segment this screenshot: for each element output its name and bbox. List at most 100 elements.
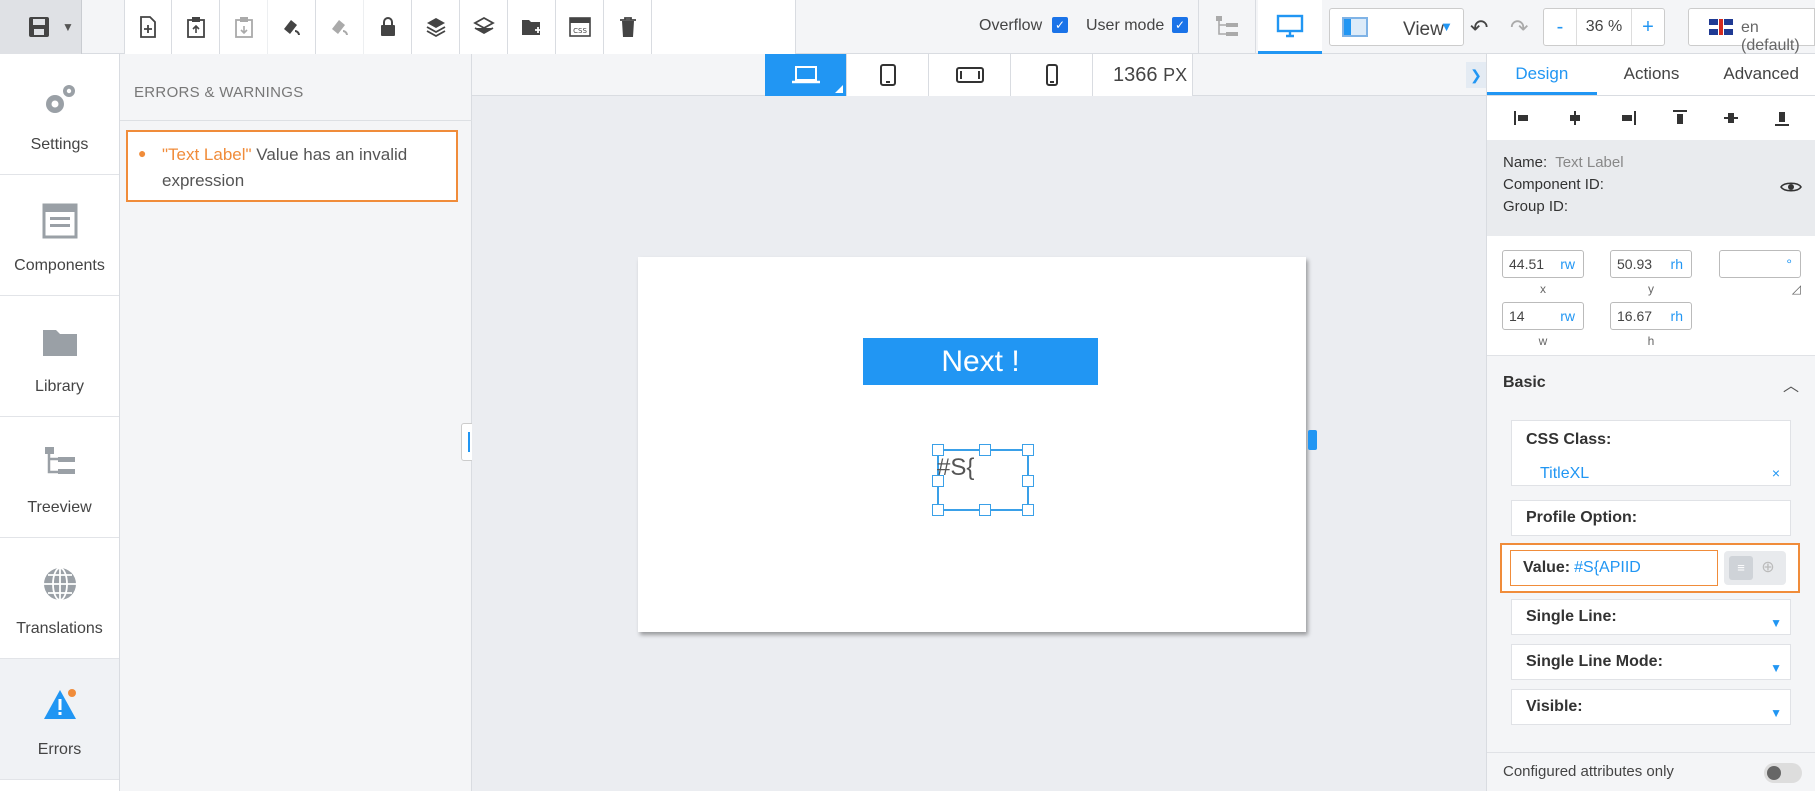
single-line-mode-select[interactable]: Single Line Mode: ▼ [1511, 644, 1791, 680]
delete-button[interactable] [604, 0, 652, 54]
format-paint-disabled-icon [331, 20, 348, 36]
x-unit[interactable]: rw [1560, 251, 1575, 277]
component-identity: Name: Text Label Component ID: Group ID: [1487, 140, 1815, 236]
eye-icon[interactable] [1780, 180, 1802, 194]
zoom-control: - 36 % + [1543, 8, 1665, 46]
top-toolbar: ▼ CSS Overflow ✓ User mode ✓ View ▼ ↶ ↷ … [0, 0, 1815, 54]
desktop-mode-button[interactable] [1258, 0, 1322, 54]
design-canvas: 1366 PX ❯ Next ! #S{ [472, 54, 1486, 791]
rotation-unit-icon: ° [1786, 256, 1792, 272]
basic-section-title[interactable]: Basic [1503, 374, 1546, 392]
tree-layout-button[interactable] [1198, 0, 1256, 54]
single-line-select[interactable]: Single Line: ▼ [1511, 599, 1791, 635]
nav-translations[interactable]: Translations [0, 538, 119, 659]
user-mode-checkbox[interactable]: ✓ [1172, 17, 1188, 33]
resize-handle[interactable] [1022, 444, 1034, 456]
language-select[interactable]: en (default) [1688, 8, 1815, 54]
redo-icon[interactable]: ↷ [1510, 15, 1528, 41]
resize-handle[interactable] [979, 444, 991, 456]
save-button[interactable]: ▼ [0, 0, 82, 54]
lock-button[interactable] [364, 0, 412, 54]
zoom-value[interactable]: 36 % [1576, 9, 1632, 45]
error-bullet-icon: ● [138, 145, 147, 161]
device-width-input[interactable]: 1366 PX [1093, 54, 1193, 96]
format-paint-disabled-button[interactable] [316, 0, 364, 54]
h-input[interactable]: 16.67 rh [1610, 302, 1692, 330]
visible-select[interactable]: Visible: ▼ [1511, 689, 1791, 725]
css-icon: CSS [568, 17, 591, 37]
configured-only-label: Configured attributes only [1503, 763, 1674, 780]
tab-design[interactable]: Design [1487, 54, 1597, 95]
resize-handle[interactable] [1022, 504, 1034, 516]
new-page-button[interactable] [124, 0, 172, 54]
new-folder-button[interactable] [508, 0, 556, 54]
globe-icon[interactable]: ⊕ [1756, 556, 1780, 580]
x-input[interactable]: 44.51 rw [1502, 250, 1584, 278]
align-center-h-icon[interactable] [1566, 110, 1584, 126]
view-select[interactable]: View ▼ [1329, 8, 1464, 46]
align-right-icon[interactable] [1619, 110, 1637, 126]
name-value[interactable]: Text Label [1555, 154, 1623, 171]
h-unit[interactable]: rh [1671, 303, 1683, 329]
device-bar: 1366 PX ❯ [472, 54, 1486, 96]
resize-handle[interactable] [1022, 475, 1034, 487]
align-left-icon[interactable] [1513, 110, 1531, 126]
device-tablet-button[interactable] [847, 54, 929, 96]
resize-handle[interactable] [932, 504, 944, 516]
device-laptop-button[interactable] [765, 54, 847, 96]
collapse-right-panel-icon[interactable]: ❯ [1466, 62, 1486, 88]
nav-library-label: Library [35, 378, 84, 395]
resize-handle[interactable] [979, 504, 991, 516]
configured-only-toggle[interactable] [1764, 763, 1802, 783]
nav-errors[interactable]: Errors [0, 659, 119, 780]
undo-icon[interactable]: ↶ [1470, 15, 1488, 41]
errors-heading: ERRORS & WARNINGS [134, 84, 304, 101]
nav-treeview-label: Treeview [27, 499, 92, 516]
page-resize-handle[interactable] [1308, 430, 1317, 450]
list-icon[interactable]: ≡ [1729, 556, 1753, 580]
zoom-out-button[interactable]: - [1544, 9, 1576, 45]
align-center-v-icon[interactable] [1723, 109, 1739, 127]
layers-button[interactable] [412, 0, 460, 54]
value-mode-buttons: ≡ ⊕ [1724, 551, 1786, 585]
align-bottom-icon[interactable] [1774, 109, 1790, 127]
error-item[interactable]: ● "Text Label" Value has an invalid expr… [126, 130, 458, 202]
monitor-icon [1276, 14, 1304, 37]
device-tablet-landscape-button[interactable] [929, 54, 1011, 96]
resize-handle[interactable] [932, 444, 944, 456]
selected-text-label-component[interactable]: #S{ [932, 444, 1034, 516]
w-input[interactable]: 14 rw [1502, 302, 1584, 330]
nav-library[interactable]: Library [0, 296, 119, 417]
new-folder-icon [521, 20, 541, 35]
treeview-icon [1216, 16, 1238, 36]
value-input[interactable]: Value: #S{APIID [1510, 550, 1718, 586]
single-line-label: Single Line: [1526, 608, 1617, 625]
profile-option-field[interactable]: Profile Option: [1511, 500, 1791, 536]
rotation-input[interactable]: ° [1719, 250, 1801, 278]
next-button-component[interactable]: Next ! [863, 338, 1098, 385]
nav-treeview[interactable]: Treeview [0, 417, 119, 538]
y-unit[interactable]: rh [1671, 251, 1683, 277]
overflow-checkbox[interactable]: ✓ [1052, 17, 1068, 33]
zoom-in-button[interactable]: + [1632, 9, 1664, 45]
gears-icon [46, 85, 75, 113]
y-input[interactable]: 50.93 rh [1610, 250, 1692, 278]
align-top-icon[interactable] [1672, 109, 1688, 127]
chevron-up-icon[interactable]: ︿ [1783, 372, 1799, 396]
tab-actions[interactable]: Actions [1597, 54, 1707, 95]
device-buttons: 1366 PX [765, 54, 1193, 96]
css-button[interactable]: CSS [556, 0, 604, 54]
device-phone-button[interactable] [1011, 54, 1093, 96]
layers-alt-button[interactable] [460, 0, 508, 54]
css-class-field[interactable]: CSS Class: TitleXL × [1511, 420, 1791, 486]
nav-settings[interactable]: Settings [0, 54, 119, 175]
paste-disabled-button[interactable] [220, 0, 268, 54]
tab-advanced[interactable]: Advanced [1706, 54, 1815, 95]
nav-components[interactable]: Components [0, 175, 119, 296]
save-menu-chevron-icon[interactable]: ▼ [62, 20, 74, 34]
w-unit[interactable]: rw [1560, 303, 1575, 329]
paste-button[interactable] [172, 0, 220, 54]
format-paint-button[interactable] [268, 0, 316, 54]
clear-css-class-icon[interactable]: × [1772, 465, 1780, 481]
resize-handle[interactable] [932, 475, 944, 487]
